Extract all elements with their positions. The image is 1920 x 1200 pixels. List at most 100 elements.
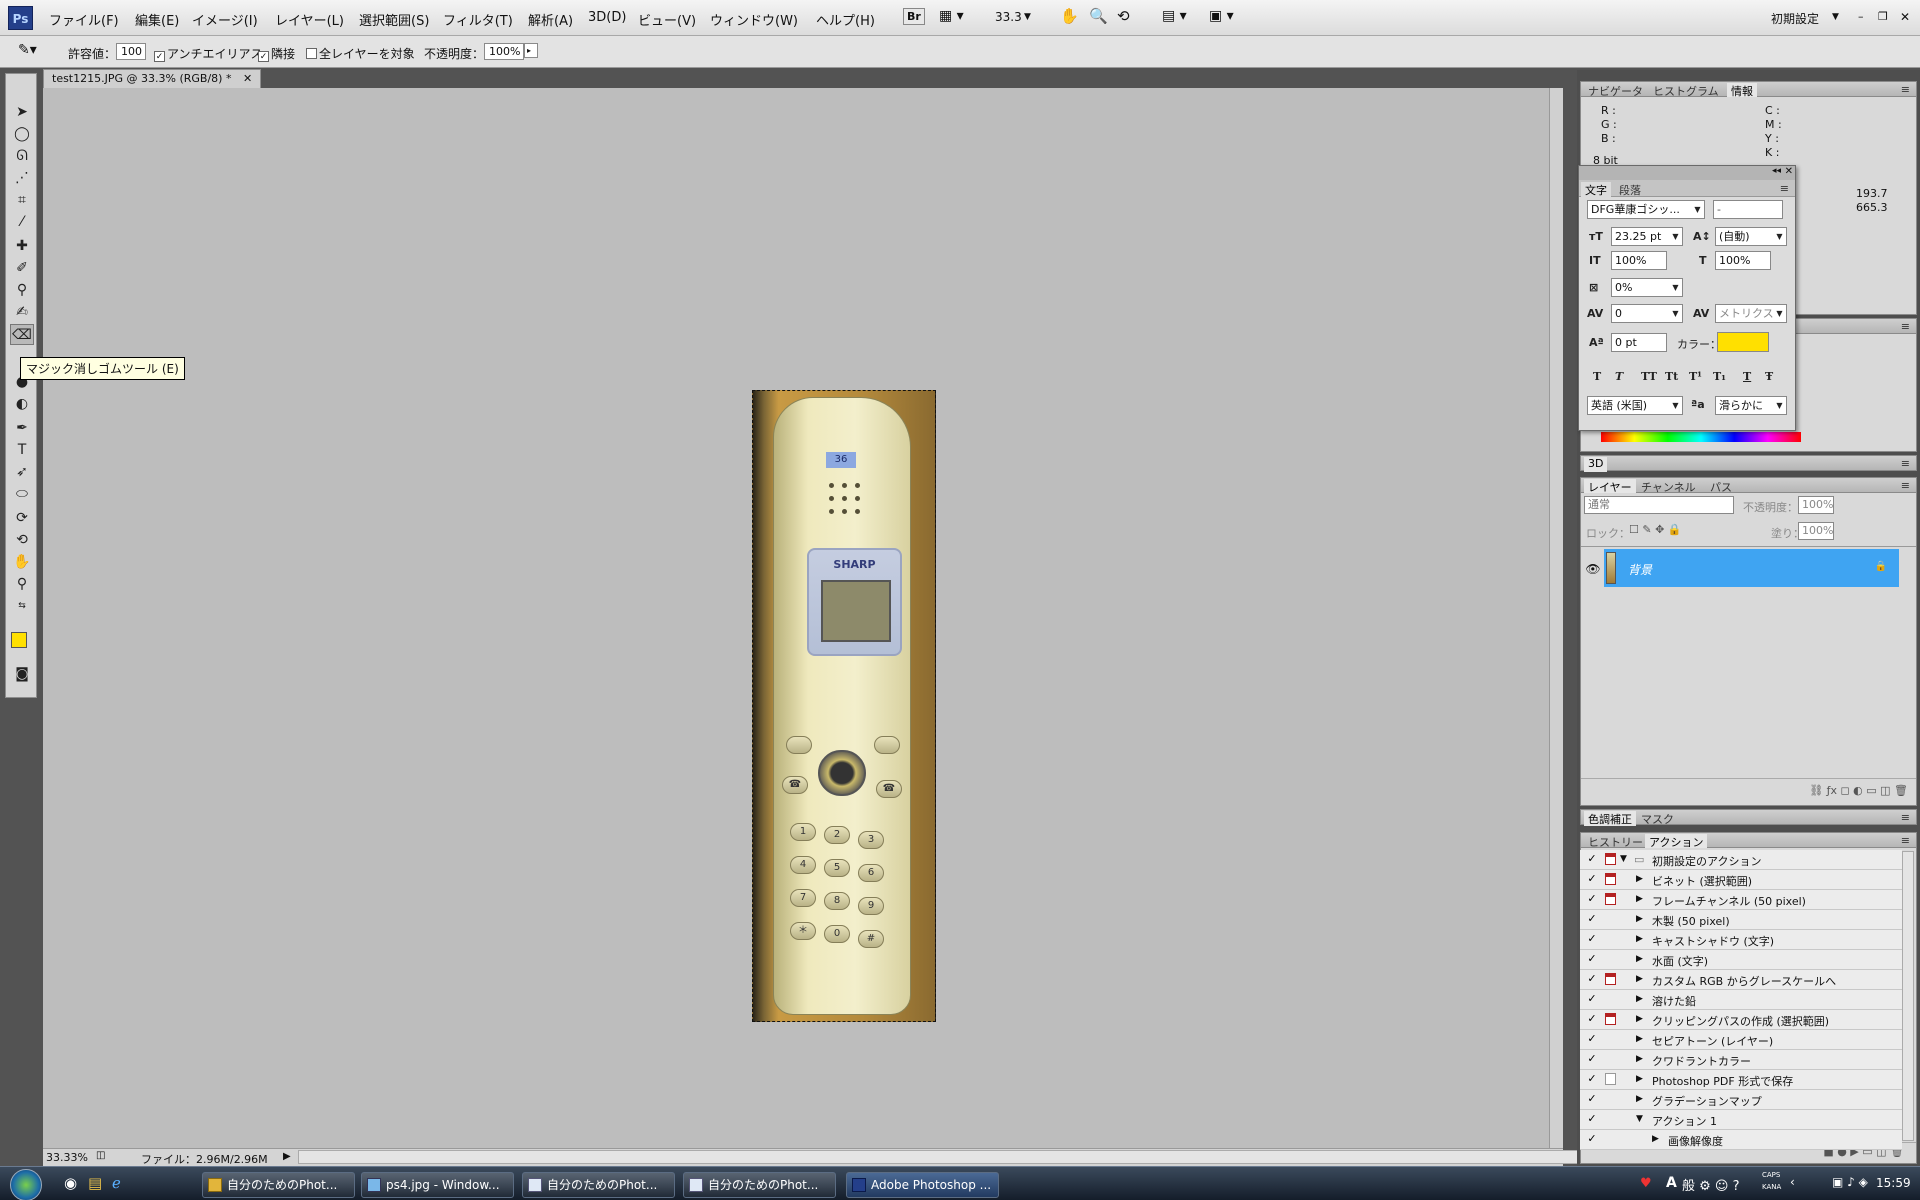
close-icon[interactable]: ✕ [1900,10,1910,24]
move-tool-icon[interactable]: ➤ [10,102,34,123]
dialog-toggle-icon[interactable] [1605,933,1616,945]
menu-image[interactable]: イメージ(I) [192,10,258,29]
dodge-tool-icon[interactable]: ◐ [10,394,34,415]
document-tab[interactable]: test1215.JPG @ 33.3% (RGB/8) * ✕ [43,69,262,88]
3d-orbit-tool-icon[interactable]: ⟲ [10,530,34,551]
chevron-down-icon[interactable]: ▼ [1669,279,1682,296]
marquee-tool-icon[interactable]: ◯ [10,124,34,145]
expand-closed-icon[interactable]: ▶ [1636,874,1643,884]
check-icon[interactable]: ✓ [1586,1013,1598,1025]
character-panel-titlebar[interactable]: ◂◂ ✕ [1579,166,1795,180]
check-icon[interactable]: ✓ [1586,1073,1598,1085]
chevron-down-icon[interactable]: ▼ [1773,305,1786,322]
panel-menu-icon[interactable]: ≡ [1776,182,1793,195]
action-item[interactable]: ✓ ▶ クワドラントカラー [1580,1050,1902,1070]
menu-file[interactable]: ファイル(F) [49,10,119,29]
check-icon[interactable]: ✓ [1586,933,1598,945]
faux-italic-button[interactable]: T [1615,370,1623,383]
tab-masks[interactable]: マスク [1637,811,1678,827]
magic-eraser-tool-icon[interactable]: ⌫ [10,324,34,345]
crop-tool-icon[interactable]: ⌗ [10,190,34,211]
dialog-toggle-icon[interactable] [1605,853,1616,865]
tray-expand-icon[interactable]: ‹ [1790,1175,1795,1189]
font-style-select[interactable]: - [1713,200,1783,219]
expand-closed-icon[interactable]: ▶ [1636,974,1643,984]
action-item[interactable]: ✓ ▶ カスタム RGB からグレースケールへ [1580,970,1902,990]
dialog-toggle-icon[interactable] [1605,1033,1616,1045]
menu-edit[interactable]: 編集(E) [135,10,179,29]
action-item[interactable]: ✓ ▶ フレームチャンネル (50 pixel) [1580,890,1902,910]
panel-menu-icon[interactable]: ≡ [1897,320,1914,333]
tab-3d[interactable]: 3D [1584,457,1608,472]
layer-row-background[interactable]: 背景 🔒 [1604,549,1899,587]
horizontal-scrollbar[interactable] [298,1150,1608,1164]
panel-menu-icon[interactable]: ≡ [1897,457,1914,470]
close-tab-icon[interactable]: ✕ [243,72,252,85]
menu-layer[interactable]: レイヤー(L) [275,10,344,29]
underline-button[interactable]: T [1743,370,1751,383]
contiguous-checkbox[interactable]: ✓ 隣接 [258,45,295,62]
ime-mode[interactable]: A [1666,1175,1677,1191]
check-icon[interactable]: ✓ [1586,1053,1598,1065]
expand-closed-icon[interactable]: ▶ [1636,994,1643,1004]
history-brush-tool-icon[interactable]: ✍ [10,302,34,323]
panel-menu-icon[interactable]: ≡ [1897,479,1914,492]
dialog-toggle-icon[interactable] [1605,1013,1616,1025]
status-menu-arrow-icon[interactable]: ▶ [283,1151,291,1162]
vertical-scrollbar[interactable] [1549,88,1563,1148]
menu-3d[interactable]: 3D(D) [588,10,626,25]
menu-help[interactable]: ヘルプ(H) [816,10,875,29]
type-tool-icon[interactable]: T [10,440,34,461]
document-canvas[interactable]: 36 SHARP ☎ ☎ 1 2 3 4 5 6 7 8 9 ＊ 0 # [43,88,1563,1148]
taskbar-button-doc-2[interactable]: 自分のためのPhot... [683,1172,836,1198]
start-button[interactable] [10,1169,42,1200]
tab-character[interactable]: 文字 [1581,182,1611,197]
check-icon[interactable]: ✓ [1586,873,1598,885]
clone-stamp-tool-icon[interactable]: ⚲ [10,280,34,301]
quicklaunch-ie-icon[interactable]: ℯ [112,1174,121,1192]
close-icon[interactable]: ✕ [1785,166,1793,177]
dialog-toggle-icon[interactable] [1605,953,1616,965]
check-icon[interactable]: ✓ [1586,913,1598,925]
foreground-color-swatch[interactable] [11,632,27,648]
small-caps-button[interactable]: Tt [1665,370,1678,383]
brush-tool-icon[interactable]: ✐ [10,258,34,279]
dialog-toggle-icon[interactable] [1605,973,1616,985]
workspace-switcher[interactable]: 初期設定 [1771,10,1819,27]
quick-selection-tool-icon[interactable]: ⋰ [10,168,34,189]
opacity-input[interactable]: 100% [484,43,524,60]
healing-brush-tool-icon[interactable]: ✚ [10,236,34,257]
bridge-button[interactable]: Br [903,8,925,25]
chevron-down-icon[interactable]: ▼ [1669,397,1682,414]
photoshop-logo[interactable]: Ps [8,6,33,30]
all-layers-checkbox[interactable]: 全レイヤーを対象 [306,45,415,62]
tray-network-icons[interactable]: ▣ ♪ ◈ [1832,1175,1868,1189]
expand-closed-icon[interactable]: ▶ [1636,914,1643,924]
all-caps-button[interactable]: TT [1641,370,1657,383]
screen-mode-icon[interactable]: ▣ ▾ [1209,8,1234,24]
horizontal-scale-input[interactable]: 100% [1715,251,1771,270]
action-item[interactable]: ✓ ▶ 木製 (50 pixel) [1580,910,1902,930]
expand-closed-icon[interactable]: ▶ [1636,1054,1643,1064]
action-item[interactable]: ✓ ▶ クリッピングパスの作成 (選択範囲) [1580,1010,1902,1030]
3d-rotate-tool-icon[interactable]: ⟳ [10,508,34,529]
subscript-button[interactable]: T₁ [1713,370,1726,383]
dialog-toggle-icon[interactable] [1605,1093,1616,1105]
ime-icons[interactable]: 般 ⚙ ☺ ? [1682,1175,1740,1194]
arrange-documents-icon[interactable]: ▤ ▾ [1162,8,1187,24]
zoom-tool-icon[interactable]: 🔍 [1089,7,1108,25]
hand-tool-icon[interactable]: ✋ [10,552,34,573]
tab-layers[interactable]: レイヤー [1584,479,1636,494]
action-item[interactable]: ✓ ▶ キャストシャドウ (文字) [1580,930,1902,950]
superscript-button[interactable]: T¹ [1689,370,1702,383]
quicklaunch-chrome-icon[interactable]: ◉ [64,1174,77,1192]
dialog-toggle-icon[interactable] [1605,1113,1616,1125]
restore-icon[interactable]: ❐ [1878,10,1888,23]
menu-window[interactable]: ウィンドウ(W) [710,10,798,29]
fill-input[interactable]: 100% [1798,522,1834,540]
taskbar-button-folder-1[interactable]: 自分のためのPhot... [202,1172,355,1198]
menu-analysis[interactable]: 解析(A) [528,10,573,29]
pen-tool-icon[interactable]: ✒ [10,418,34,439]
dialog-toggle-icon[interactable] [1605,873,1616,885]
action-item[interactable]: ✓ ▶ グラデーションマップ [1580,1090,1902,1110]
